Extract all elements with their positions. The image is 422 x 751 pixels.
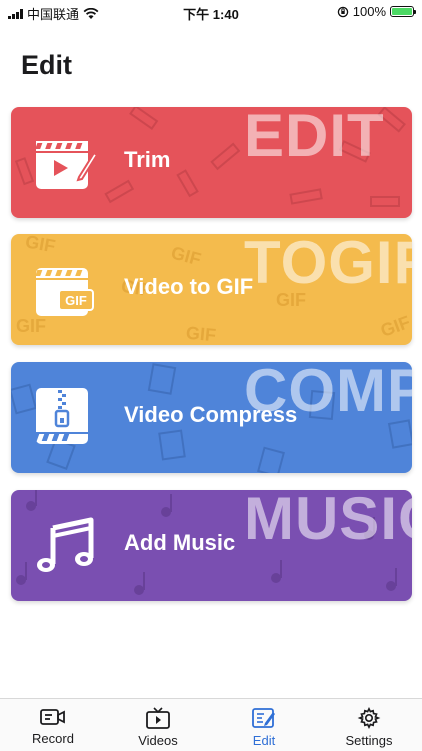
- battery-label: 100%: [352, 4, 386, 19]
- status-right: 100%: [337, 4, 416, 19]
- tab-settings[interactable]: Settings: [329, 707, 409, 748]
- card-bg-word: MUSIC: [244, 490, 412, 552]
- card-label: Trim: [124, 147, 171, 172]
- svg-text:GIF: GIF: [65, 293, 87, 308]
- page-title: Edit: [21, 50, 72, 80]
- card-label: Video Compress: [124, 402, 298, 427]
- card-bg-word: TOGIF: [244, 234, 412, 296]
- camera-icon: [40, 709, 65, 725]
- card-add-music[interactable]: MUSIC Add Music: [11, 490, 412, 601]
- tab-videos[interactable]: Videos: [118, 707, 198, 748]
- gear-icon: [357, 707, 381, 729]
- status-bar: 中国联通 下午 1:40 100%: [0, 0, 422, 24]
- svg-text:GIF: GIF: [378, 312, 412, 341]
- svg-text:GIF: GIF: [169, 242, 203, 269]
- orientation-lock-icon: [337, 6, 348, 17]
- tab-label: Edit: [252, 733, 276, 748]
- card-label: Add Music: [124, 530, 236, 555]
- edit-document-icon: [252, 708, 275, 728]
- tab-label: Videos: [138, 733, 178, 748]
- svg-text:GIF: GIF: [185, 323, 217, 345]
- card-video-to-gif[interactable]: GIF GIF GIF GIF GIF GIF GIF TOGIF GIF Vi…: [11, 234, 412, 345]
- svg-text:GIF: GIF: [16, 316, 46, 336]
- tab-bar: Record Videos Edit Settings: [0, 698, 422, 751]
- tab-label: Settings: [345, 733, 393, 748]
- card-label: Video to GIF: [124, 274, 254, 299]
- video-edit-icon: [35, 141, 97, 189]
- tab-record[interactable]: Record: [13, 707, 93, 746]
- music-note-icon: [37, 517, 94, 572]
- compress-zip-icon: [35, 388, 88, 444]
- tab-edit[interactable]: Edit: [224, 707, 304, 748]
- card-video-compress[interactable]: COMPRESS Video Compress: [11, 362, 412, 473]
- battery-icon: [390, 6, 416, 17]
- tv-play-icon: [146, 707, 170, 729]
- tab-label: Record: [32, 731, 74, 746]
- card-bg-word: EDIT: [244, 107, 385, 169]
- gif-icon: GIF: [35, 268, 94, 316]
- svg-text:GIF: GIF: [24, 234, 57, 256]
- card-trim[interactable]: EDIT Trim: [11, 107, 412, 218]
